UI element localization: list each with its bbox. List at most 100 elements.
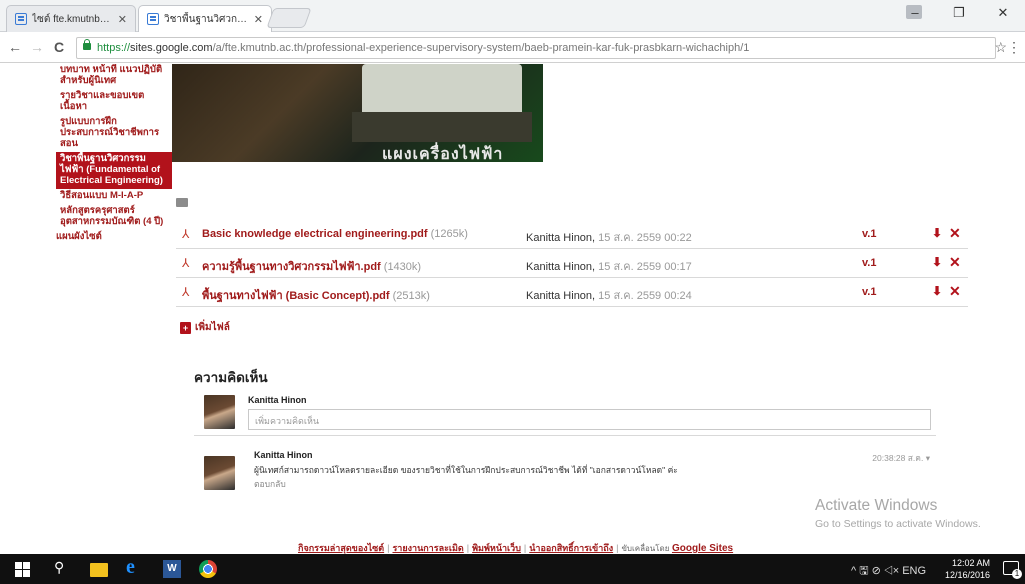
- file-explorer-icon[interactable]: [90, 563, 108, 577]
- google-sites-icon: [15, 13, 27, 25]
- browser-toolbar: ← → C https://sites.google.com/a/fte.kmu…: [0, 33, 1025, 63]
- reload-button[interactable]: C: [54, 39, 64, 55]
- sidebar-nav: บทบาท หน้าที่ แนวปฏิบัติสำหรับผู้นิเทศ ร…: [56, 64, 172, 245]
- sidebar-item-fundamental-electrical[interactable]: วิชาพื้นฐานวิศวกรรมไฟฟ้า (Fundamental of…: [56, 152, 172, 189]
- file-uploader: Kanitta Hinon, 15 ส.ค. 2559 00:24: [526, 290, 692, 302]
- footer-link-print[interactable]: พิมพ์หน้าเว็บ: [472, 543, 521, 553]
- add-file-icon: +: [180, 321, 191, 334]
- page-content: บทบาท หน้าที่ แนวปฏิบัติสำหรับผู้นิเทศ ร…: [0, 64, 1025, 554]
- file-row: ⅄ Basic knowledge electrical engineering…: [176, 220, 968, 249]
- notification-count: 1: [1012, 569, 1022, 579]
- bookmark-star-icon[interactable]: ☆: [994, 39, 1007, 56]
- reply-link[interactable]: ตอบกลับ: [254, 477, 286, 491]
- windows-start-icon[interactable]: [14, 560, 32, 578]
- footer-link-report-abuse[interactable]: รายงานการละเมิด: [392, 543, 463, 553]
- file-uploader: Kanitta Hinon, 15 ส.ค. 2559 00:22: [526, 232, 692, 244]
- file-date: 15 ส.ค. 2559 00:22: [598, 232, 692, 244]
- file-date: 15 ส.ค. 2559 00:17: [598, 261, 692, 273]
- file-row: ⅄ ความรู้พื้นฐานทางวิศวกรรมไฟฟ้า.pdf (14…: [176, 249, 968, 278]
- tab-title: วิชาพื้นฐานวิศวกรรมไฟฟ้า (F: [164, 13, 248, 25]
- back-button[interactable]: ←: [8, 39, 22, 55]
- powered-by: ขับเคลื่อนโดย: [621, 544, 670, 553]
- download-icon[interactable]: ⬇: [932, 255, 942, 269]
- comment-author: Kanitta Hinon: [254, 450, 313, 460]
- new-tab-button[interactable]: [266, 8, 312, 28]
- maximize-button[interactable]: ❐: [937, 0, 981, 28]
- close-tab-icon[interactable]: ✕: [118, 13, 127, 26]
- language-indicator[interactable]: ENG: [902, 565, 926, 577]
- file-size: (1265k): [430, 228, 468, 240]
- browser-menu-icon[interactable]: ⋮: [1007, 39, 1021, 56]
- file-date: 15 ส.ค. 2559 00:24: [598, 290, 692, 302]
- new-comment: Kanitta Hinon เพิ่มความคิดเห็น: [194, 394, 936, 436]
- file-size: (1430k): [383, 261, 422, 273]
- address-bar[interactable]: https://sites.google.com/a/fte.kmutnb.ac…: [76, 37, 996, 59]
- delete-icon[interactable]: ✕: [949, 225, 961, 242]
- url-path: /a/fte.kmutnb.ac.th/professional-experie…: [212, 42, 750, 54]
- url-host: sites.google.com: [130, 42, 213, 54]
- notification-icon[interactable]: 1: [1003, 561, 1022, 579]
- file-row: ⅄ พื้นฐานทางไฟฟ้า (Basic Concept).pdf (2…: [176, 278, 968, 307]
- comment-text: ผู้นิเทศก์สามารถดาวน์โหลดรายละเอียด ของร…: [254, 465, 678, 475]
- comment-item: Kanitta Hinon ผู้นิเทศก์สามารถดาวน์โหลดร…: [194, 450, 936, 502]
- delete-icon[interactable]: ✕: [949, 254, 961, 271]
- footer-link-recent-activity[interactable]: กิจกรรมล่าสุดของไซต์: [298, 543, 384, 553]
- sidebar-item-training-format[interactable]: รูปแบบการฝึกประสบการณ์วิชาชีพการสอน: [56, 115, 172, 152]
- sidebar-item-courses[interactable]: รายวิชาและขอบเขตเนื้อหา: [56, 89, 172, 115]
- file-link[interactable]: Basic knowledge electrical engineering.p…: [202, 228, 468, 240]
- minimize-button[interactable]: –: [893, 0, 937, 28]
- file-link[interactable]: ความรู้พื้นฐานทางวิศวกรรมไฟฟ้า.pdf (1430…: [202, 257, 421, 275]
- avatar: [204, 395, 235, 429]
- comments-heading: ความคิดเห็น: [194, 370, 268, 385]
- pdf-icon: ⅄: [182, 285, 190, 299]
- comments-section: ความคิดเห็น Kanitta Hinon เพิ่มความคิดเห…: [194, 366, 936, 502]
- activate-windows-watermark: Activate Windows Go to Settings to activ…: [815, 497, 981, 530]
- pdf-icon: ⅄: [182, 227, 190, 241]
- sidebar-item-curriculum[interactable]: หลักสูตรครุศาสตร์อุตสาหกรรมบัณฑิต (4 ปี): [56, 204, 172, 230]
- download-icon[interactable]: ⬇: [932, 284, 942, 298]
- footer-link-remove-access[interactable]: นำออกสิทธิ์การเข้าถึง: [529, 543, 613, 553]
- lock-icon: [83, 39, 91, 50]
- chrome-icon[interactable]: [199, 560, 217, 578]
- windows-taskbar: ⚲ e W ^ 🖫 ⊘ ◁× ENG 12:02 AM 12/16/2016 1: [0, 554, 1025, 584]
- comment-input[interactable]: เพิ่มความคิดเห็น: [248, 409, 931, 430]
- file-uploader: Kanitta Hinon, 15 ส.ค. 2559 00:17: [526, 261, 692, 273]
- file-size: (2513k): [392, 290, 430, 302]
- file-version-link[interactable]: v.1: [862, 286, 876, 298]
- hero-caption: แผงเครื่องไฟฟ้า: [382, 146, 504, 162]
- url-scheme: https://: [97, 42, 131, 54]
- file-list: ⅄ Basic knowledge electrical engineering…: [176, 220, 968, 307]
- site-footer: กิจกรรมล่าสุดของไซต์ | รายงานการละเมิด | พิม…: [298, 543, 734, 554]
- word-icon[interactable]: W: [163, 560, 181, 578]
- tab-strip: ไซต์ fte.kmutnb.ac.th - Go ✕ วิชาพื้นฐาน…: [0, 0, 1025, 32]
- current-user-name: Kanitta Hinon: [248, 395, 307, 405]
- window-controls: – ❐ ✕: [893, 0, 1025, 28]
- sidebar-item-roles[interactable]: บทบาท หน้าที่ แนวปฏิบัติสำหรับผู้นิเทศ: [56, 64, 172, 89]
- system-tray-icons[interactable]: ^ 🖫 ⊘ ◁× ENG: [851, 562, 926, 581]
- close-tab-icon[interactable]: ✕: [254, 13, 263, 26]
- hero-image: แผงเครื่องไฟฟ้า: [172, 64, 543, 162]
- clock-time: 12:02 AM: [951, 558, 990, 568]
- download-icon[interactable]: ⬇: [932, 226, 942, 240]
- clock-date: 12/16/2016: [944, 570, 990, 580]
- close-window-button[interactable]: ✕: [981, 0, 1025, 28]
- pdf-icon: ⅄: [182, 256, 190, 270]
- folder-icon[interactable]: [176, 198, 188, 207]
- comment-time: 20:38:28 ส.ค. ▾: [872, 453, 930, 463]
- file-version-link[interactable]: v.1: [862, 228, 876, 240]
- google-sites-icon: [147, 13, 159, 25]
- add-file-button[interactable]: + เพิ่มไฟล์: [180, 320, 230, 335]
- sidebar-item-sitemap[interactable]: แผนผังไซต์: [56, 230, 172, 245]
- edge-icon[interactable]: e: [126, 556, 144, 578]
- search-icon[interactable]: ⚲: [54, 559, 72, 577]
- file-version-link[interactable]: v.1: [862, 257, 876, 269]
- delete-icon[interactable]: ✕: [949, 283, 961, 300]
- file-link[interactable]: พื้นฐานทางไฟฟ้า (Basic Concept).pdf (251…: [202, 286, 430, 304]
- clock[interactable]: 12:02 AM 12/16/2016: [945, 557, 990, 581]
- comment-menu-icon[interactable]: ▾: [926, 453, 930, 463]
- tab-0[interactable]: ไซต์ fte.kmutnb.ac.th - Go ✕: [6, 5, 136, 32]
- tab-1[interactable]: วิชาพื้นฐานวิศวกรรมไฟฟ้า (F ✕: [138, 5, 272, 32]
- forward-button[interactable]: →: [30, 39, 44, 55]
- google-sites-link[interactable]: Google Sites: [672, 543, 733, 554]
- sidebar-item-miap[interactable]: วิธีสอนแบบ M-I-A-P: [56, 189, 172, 204]
